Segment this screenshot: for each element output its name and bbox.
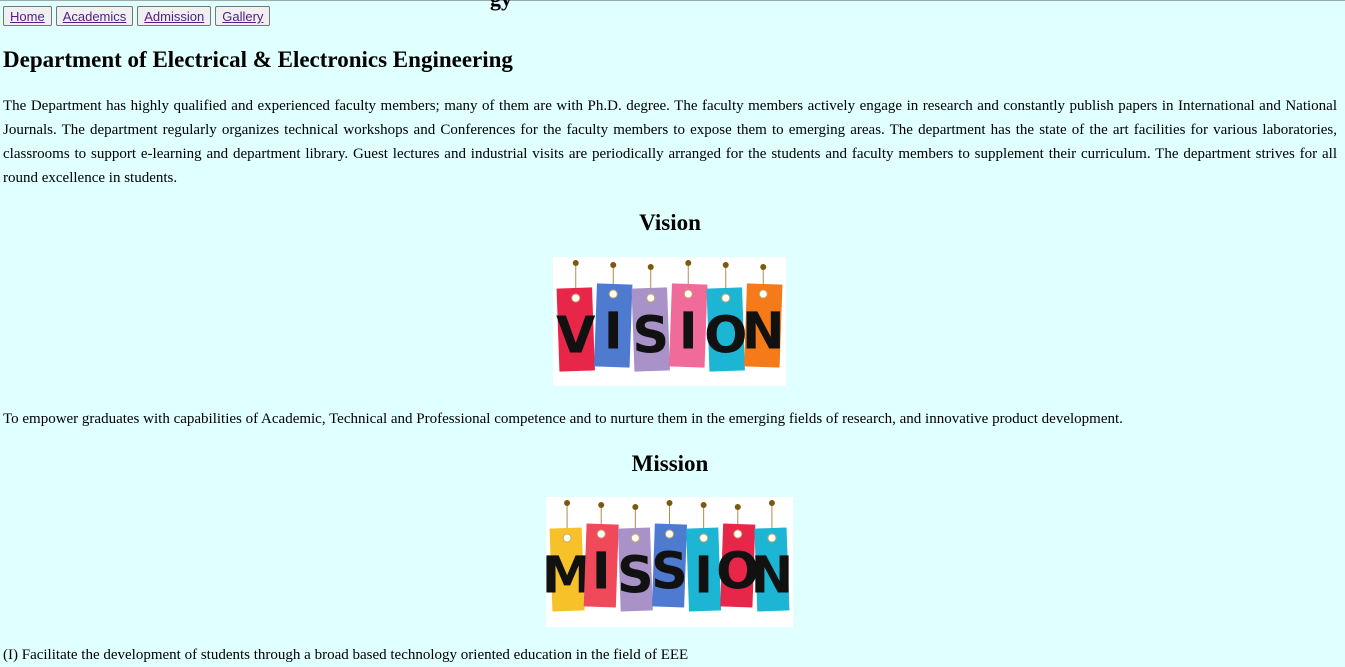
mission-tag-eyelet [630,533,640,543]
mission-tag-pin [666,500,673,506]
vision-tag-letter: V [556,307,596,366]
vision-banner-graphic: V I S I ON [556,260,785,372]
mission-item-1: (I) Facilitate the development of studen… [3,647,689,663]
vision-tag-eyelet [758,289,768,299]
vision-banner-image: VISION [553,257,786,386]
vision-tag-letter: S [632,307,669,366]
mission-tag-eyelet [767,533,777,543]
mission-tag-letter: S [617,547,654,606]
vision-tag-eyelet [608,289,618,299]
vision-tag-pin [572,260,579,266]
mission-heading: Mission [631,451,709,476]
vision-heading: Vision [639,210,701,235]
mission-tag-eyelet [665,529,674,539]
nav-admission-button[interactable]: Admission [137,6,212,26]
nav-home-button[interactable]: Home [3,6,52,26]
vision-statement: To empower graduates with capabilities o… [3,411,1123,427]
mission-banner-image: MISSION [542,497,793,627]
mission-tag-pin [598,502,605,508]
department-intro: The Department has highly qualified and … [3,98,1337,186]
vision-tag-eyelet [571,293,581,303]
mission-tag-pin [632,504,639,510]
vision-tag-letter: I [604,303,623,362]
vision-tag-pin [760,264,767,270]
mission-banner-graphic: M I SS I ON [542,500,793,612]
vision-tag-pin [685,260,692,266]
site-title-clipped: gy [490,0,512,12]
vision-tag-eyelet [721,293,731,303]
mission-tag-letter: I [592,543,611,602]
vision-tag-letter: N [742,303,785,362]
mission-tag-eyelet [699,533,709,543]
mission-tag-letter: S [651,543,688,602]
mission-tag-letter: I [694,547,713,606]
mission-tag-pin [700,502,707,508]
mission-tag-pin [768,500,775,506]
nav-gallery-button[interactable]: Gallery [215,6,271,26]
mission-tag-pin [564,500,571,506]
top-border [0,0,1345,1]
nav-academics-button[interactable]: Academics [55,6,134,26]
vision-tag-pin [647,264,654,270]
vision-tag-pin [722,262,729,268]
mission-tag-eyelet [733,529,743,539]
mission-tag-letter: N [751,547,793,606]
vision-tag-pin [610,262,617,268]
vision-tag-letter: I [679,303,698,362]
mission-tag-eyelet [596,529,606,539]
vision-tag-eyelet [646,293,656,303]
nav-bar: Home Academics Admission Gallery [3,6,271,26]
department-title: Department of Electrical & Electronics E… [3,47,513,72]
vision-tag-eyelet [683,289,693,299]
mission-tag-eyelet [562,533,572,543]
mission-tag-pin [734,504,741,510]
